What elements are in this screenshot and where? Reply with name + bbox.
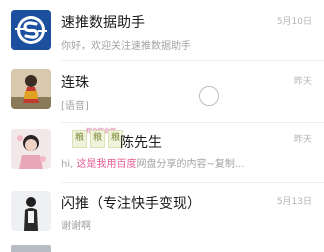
- avatar: [11, 10, 51, 50]
- chat-time: 昨天: [293, 135, 312, 145]
- person-photo-icon: [11, 129, 51, 169]
- next-avatar-partial: [11, 245, 51, 252]
- chat-name: 闪推（专注快手变现）: [61, 196, 201, 212]
- chat-time: 昨天: [293, 77, 312, 87]
- person-photo-icon: [11, 191, 51, 231]
- chat-name: 陈先生: [120, 135, 162, 151]
- blue-s-logo-icon: [11, 10, 51, 50]
- touch-indicator-icon: [199, 86, 219, 106]
- chat-name: 连珠: [61, 75, 89, 91]
- name-tag: 粮: [90, 130, 106, 148]
- chat-preview: 你好，欢迎关注速推数据助手: [61, 41, 191, 52]
- chat-preview: [语音]: [61, 101, 89, 112]
- chat-item-su-tui-assistant[interactable]: 速推数据助手 你好，欢迎关注速推数据助手 5月10日: [0, 0, 324, 61]
- avatar: [11, 129, 51, 169]
- preview-highlight: 这是我用百度: [76, 159, 137, 170]
- preview-suffix: 网盘分享的内容~复制...: [136, 159, 245, 170]
- chat-item-lianzhu[interactable]: 连珠 [语音] 昨天: [0, 61, 324, 123]
- chat-time: 5月13日: [276, 197, 312, 207]
- chat-name: 速推数据助手: [61, 15, 145, 31]
- person-photo-icon: [11, 69, 51, 109]
- chat-preview: 谢谢啊: [61, 221, 91, 232]
- chat-item-shan-tui[interactable]: 闪推（专注快手变现） 谢谢啊 5月13日: [0, 183, 324, 245]
- avatar: [11, 191, 51, 231]
- chat-item-mr-chen[interactable]: 粮食粮食粮 粮 粮 粮 陈先生 hi, 这是我用百度网盘分享的内容~复制... …: [0, 123, 324, 183]
- chat-preview: hi, 这是我用百度网盘分享的内容~复制...: [61, 155, 244, 170]
- name-emoji-tags: 粮 粮 粮: [72, 130, 124, 148]
- chat-list: 速推数据助手 你好，欢迎关注速推数据助手 5月10日 连珠 [语音] 昨天 粮 …: [0, 0, 324, 252]
- chat-time: 5月10日: [276, 17, 312, 27]
- preview-prefix: hi,: [61, 159, 77, 170]
- avatar: [11, 69, 51, 109]
- name-tag: 粮: [72, 130, 88, 148]
